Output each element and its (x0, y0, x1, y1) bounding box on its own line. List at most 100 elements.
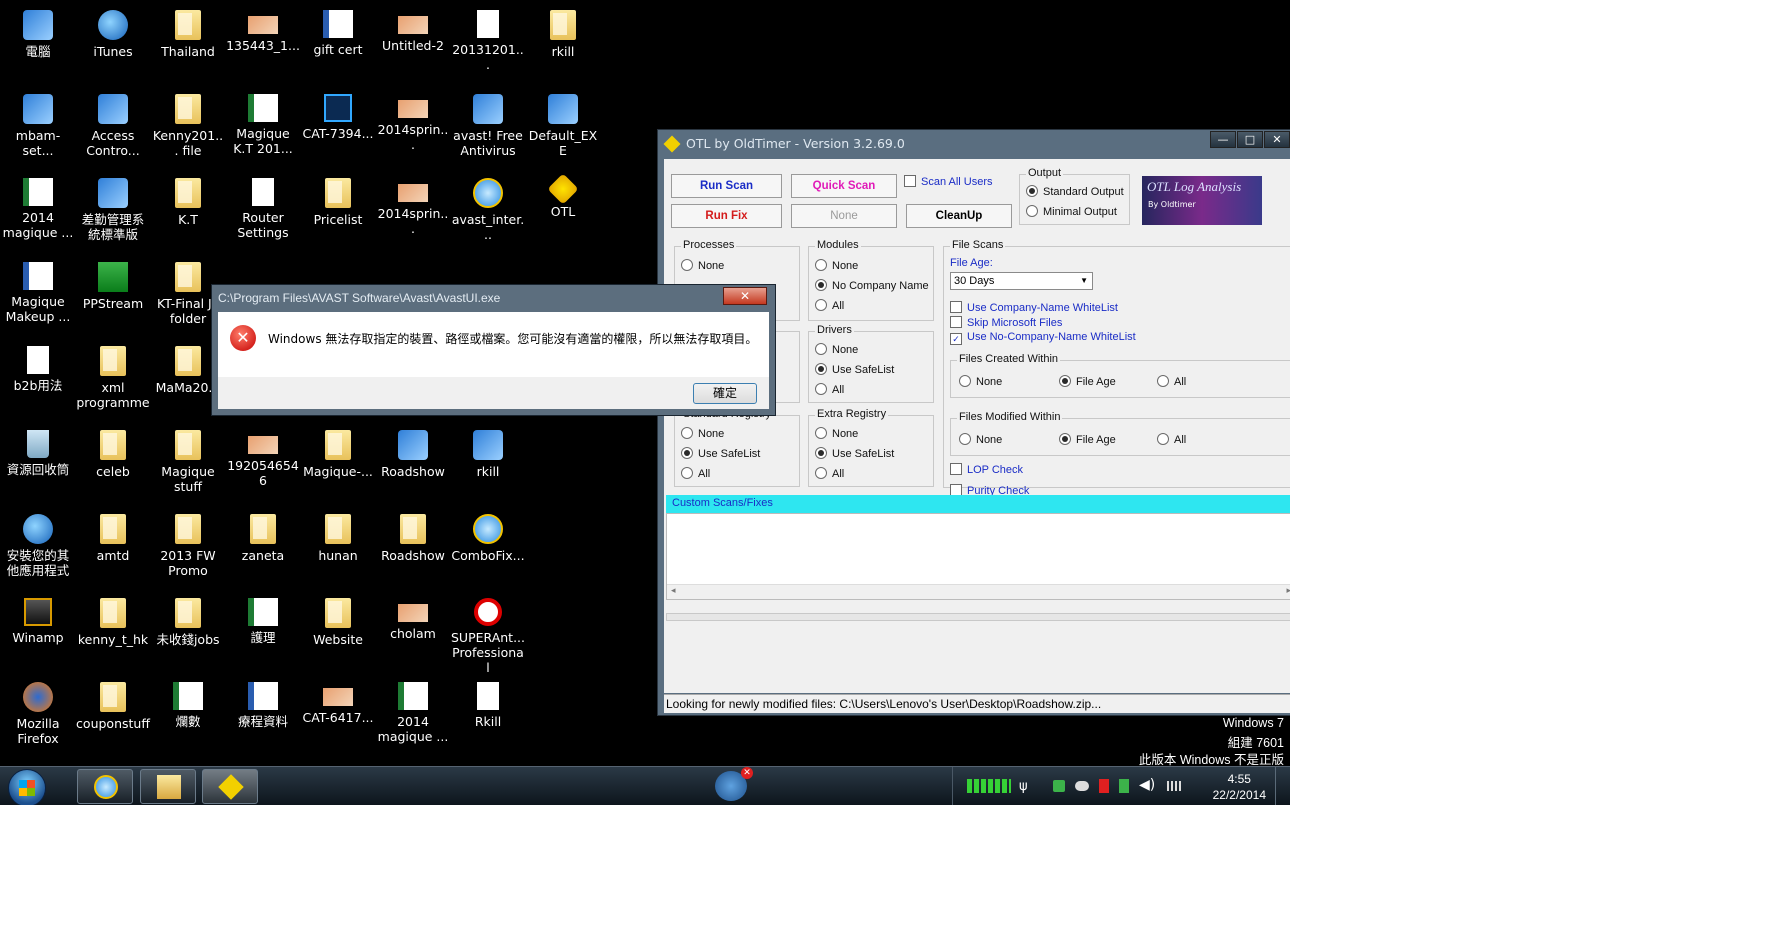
custom-scans-textarea[interactable]: ◂ ▸ (666, 513, 1290, 600)
security-icon[interactable] (1053, 780, 1065, 792)
cloud-icon[interactable] (1075, 781, 1089, 791)
desktop-icon[interactable]: 爛數 (151, 676, 225, 729)
desktop-icon[interactable]: Magique-... (301, 424, 375, 479)
desktop-icon[interactable]: kenny_t_hk (76, 592, 150, 647)
horizontal-scrollbar[interactable]: ◂ ▸ (667, 584, 1290, 599)
desktop-icon[interactable]: Magique Makeup ... (1, 256, 75, 324)
desktop-icon[interactable]: cholam (376, 592, 450, 641)
skip-microsoft-checkbox[interactable]: Skip Microsoft Files (950, 316, 1062, 329)
desktop-icon[interactable]: mbam-set... (1, 88, 75, 158)
desktop-icon[interactable]: avast_inter... (451, 172, 525, 242)
desktop-icon[interactable]: Website (301, 592, 375, 647)
desktop-icon[interactable]: Access Contro... (76, 88, 150, 158)
desktop-icon[interactable]: Winamp (1, 592, 75, 645)
desktop-icon[interactable]: rkill (451, 424, 525, 479)
battery-icon[interactable] (1119, 779, 1129, 793)
standard-output-radio[interactable]: Standard Output (1026, 185, 1124, 198)
desktop-icon[interactable]: rkill (526, 4, 600, 59)
desktop-icon[interactable]: Kenny201... file (151, 88, 225, 158)
otl-titlebar[interactable]: OTL by OldTimer - Version 3.2.69.0 — □ ✕ (658, 130, 1290, 158)
drivers-none-radio[interactable]: None (815, 343, 858, 356)
start-button[interactable] (8, 769, 46, 805)
desktop-icon[interactable]: OTL (526, 172, 600, 219)
desktop-icon[interactable]: CAT-7394... (301, 88, 375, 141)
desktop-icon[interactable]: ComboFix... (451, 508, 525, 563)
ok-button[interactable]: 確定 (693, 383, 757, 404)
desktop-icon[interactable]: iTunes (76, 4, 150, 59)
extra-registry-none-radio[interactable]: None (815, 427, 858, 440)
desktop-icon[interactable]: 1920546546 (226, 424, 300, 488)
avast-tray-icon[interactable]: ✕ (715, 767, 753, 801)
run-scan-button[interactable]: Run Scan (671, 174, 782, 198)
close-button[interactable]: ✕ (1264, 131, 1290, 148)
desktop-icon[interactable]: SUPERAnt... Professional (451, 592, 525, 675)
modified-file-age-radio[interactable]: File Age (1059, 433, 1116, 446)
desktop-icon[interactable]: 療程資料 (226, 676, 300, 729)
desktop-icon[interactable]: 資源回收筒 (1, 424, 75, 477)
file-age-dropdown[interactable]: 30 Days ▼ (950, 272, 1093, 290)
desktop-icon[interactable]: 2014 magique ... (376, 676, 450, 744)
modified-none-radio[interactable]: None (959, 433, 1002, 446)
flag-icon[interactable] (1099, 779, 1109, 793)
desktop-icon[interactable]: Pricelist (301, 172, 375, 227)
taskbar-clock[interactable]: 4:55 22/2/2014 (1213, 771, 1266, 803)
maximize-button[interactable]: □ (1237, 131, 1263, 148)
desktop-icon[interactable]: Thailand (151, 4, 225, 59)
dialog-close-button[interactable]: ✕ (723, 287, 767, 305)
desktop-icon[interactable]: gift cert (301, 4, 375, 57)
drivers-safelist-radio[interactable]: Use SafeList (815, 363, 894, 376)
desktop-icon[interactable]: Rkill (451, 676, 525, 729)
extra-registry-all-radio[interactable]: All (815, 467, 844, 480)
error-dialog[interactable]: C:\Program Files\AVAST Software\Avast\Av… (211, 284, 776, 416)
lop-check-checkbox[interactable]: LOP Check (950, 463, 1023, 476)
desktop-icon[interactable]: K.T (151, 172, 225, 227)
desktop-icon[interactable]: Roadshow (376, 508, 450, 563)
wireless-icon[interactable]: ψ (1019, 779, 1028, 794)
drivers-all-radio[interactable]: All (815, 383, 844, 396)
desktop-icon[interactable]: couponstuff (76, 676, 150, 731)
desktop-icon[interactable]: 2014sprin... (376, 172, 450, 236)
desktop-icon[interactable]: Magique stuff (151, 424, 225, 494)
desktop-icon[interactable]: celeb (76, 424, 150, 479)
desktop-icon[interactable]: xml programme (76, 340, 150, 410)
cleanup-button[interactable]: CleanUp (906, 204, 1012, 228)
desktop-icon[interactable]: 護理 (226, 592, 300, 645)
std-registry-safelist-radio[interactable]: Use SafeList (681, 447, 760, 460)
taskbar-otl-button[interactable] (202, 769, 258, 804)
desktop-icon[interactable]: avast! Free Antivirus (451, 88, 525, 158)
quick-scan-button[interactable]: Quick Scan (791, 174, 897, 198)
network-icon[interactable] (1167, 781, 1181, 791)
scroll-left-icon[interactable]: ◂ (671, 586, 676, 596)
desktop-icon[interactable]: 20131201... (451, 4, 525, 72)
show-desktop-button[interactable] (1275, 767, 1290, 805)
desktop-icon[interactable]: zaneta (226, 508, 300, 563)
desktop-icon[interactable]: amtd (76, 508, 150, 563)
desktop-icon[interactable]: CAT-6417... (301, 676, 375, 725)
desktop-icon[interactable]: b2b用法 (1, 340, 75, 393)
created-none-radio[interactable]: None (959, 375, 1002, 388)
modules-none-radio[interactable]: None (815, 259, 858, 272)
desktop-icon[interactable]: 電腦 (1, 4, 75, 59)
taskbar-ie-button[interactable] (77, 769, 133, 804)
std-registry-none-radio[interactable]: None (681, 427, 724, 440)
desktop-icon[interactable]: 2013 FW Promo (151, 508, 225, 578)
std-registry-all-radio[interactable]: All (681, 467, 710, 480)
desktop-icon[interactable]: 135443_1... (226, 4, 300, 53)
desktop-icon[interactable]: Untitled-2 (376, 4, 450, 53)
signal-strength-icon[interactable] (967, 779, 1011, 793)
scan-all-users-checkbox[interactable]: Scan All Users (904, 175, 993, 188)
desktop-icon[interactable]: hunan (301, 508, 375, 563)
desktop-icon[interactable]: Roadshow (376, 424, 450, 479)
created-file-age-radio[interactable]: File Age (1059, 375, 1116, 388)
desktop-icon[interactable]: 2014 magique ... (1, 172, 75, 240)
desktop-icon[interactable]: Mozilla Firefox (1, 676, 75, 746)
desktop-icon[interactable]: Router Settings (226, 172, 300, 240)
run-fix-button[interactable]: Run Fix (671, 204, 782, 228)
extra-registry-safelist-radio[interactable]: Use SafeList (815, 447, 894, 460)
modified-all-radio[interactable]: All (1157, 433, 1186, 446)
desktop-icon[interactable]: 未收錢jobs (151, 592, 225, 647)
no-company-whitelist-checkbox[interactable]: ✓ Use No-Company-Name WhiteList (950, 331, 1136, 345)
scroll-right-icon[interactable]: ▸ (1286, 586, 1290, 596)
modules-all-radio[interactable]: All (815, 299, 844, 312)
volume-icon[interactable]: ◀) (1139, 777, 1155, 793)
